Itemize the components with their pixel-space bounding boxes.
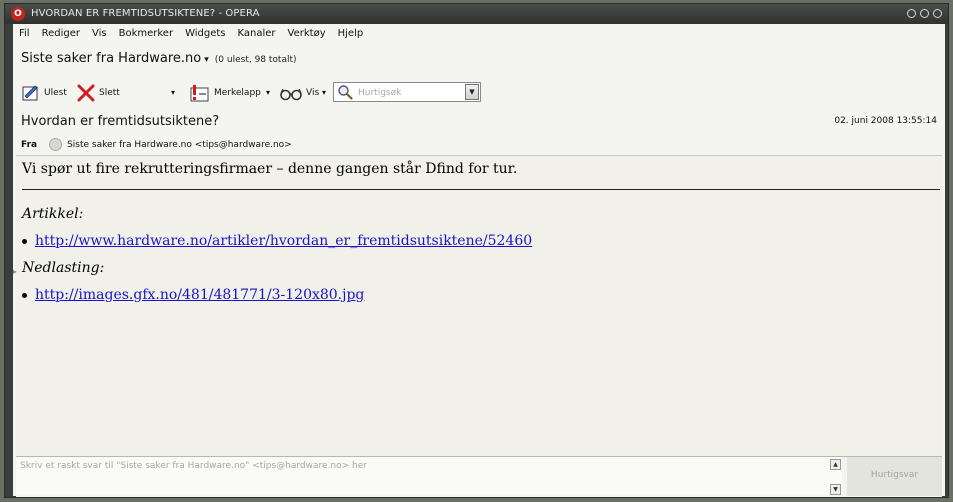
- menu-kanaler[interactable]: Kanaler: [238, 28, 276, 39]
- menu-rediger[interactable]: Rediger: [42, 28, 80, 39]
- delete-dropdown-icon[interactable]: ▾: [171, 88, 175, 97]
- message-header: Hvordan er fremtidsutsiktene? 02. juni 2…: [21, 114, 937, 154]
- maximize-icon[interactable]: [920, 9, 929, 18]
- opera-logo-icon: O: [11, 7, 25, 21]
- close-icon[interactable]: [933, 9, 942, 18]
- view-dropdown-icon[interactable]: ▾: [322, 88, 326, 97]
- minimize-icon[interactable]: [907, 9, 916, 18]
- title-bar: O HVORDAN ER FREMTIDSUTSIKTENE? - OPERA: [5, 4, 948, 24]
- contact-avatar-icon[interactable]: [49, 138, 63, 151]
- search-icon: [338, 85, 353, 100]
- menu-bar: Fil Rediger Vis Bokmerker Widgets Kanaler Verk…: [13, 24, 945, 44]
- article-link[interactable]: http://www.hardware.no/artikler/hvordan_…: [35, 233, 532, 249]
- quick-search-placeholder: Hurtigsøk: [358, 88, 402, 98]
- mark-unread-icon: [22, 85, 38, 101]
- window-controls: [907, 9, 942, 18]
- from-label: Fra: [21, 139, 38, 150]
- panel-toggle-icon[interactable]: ▸: [13, 267, 17, 276]
- menu-verktoy[interactable]: Verktøy: [288, 28, 326, 39]
- from-value[interactable]: Siste saker fra Hardware.no <tips@hardwa…: [67, 140, 292, 150]
- message-from: Fra Siste saker fra Hardware.no <tips@ha…: [21, 138, 292, 151]
- section-article: Artikkel:: [22, 206, 84, 222]
- message-body: Vi spør ut fire rekrutteringsfirmaer – d…: [16, 155, 942, 456]
- bullet: [22, 292, 27, 298]
- view-label: Vis: [306, 88, 320, 98]
- glasses-icon: [280, 88, 302, 101]
- opera-window: O HVORDAN ER FREMTIDSUTSIKTENE? - OPERA …: [4, 3, 949, 498]
- label-button[interactable]: Merkelapp: [189, 82, 261, 104]
- download-link[interactable]: http://images.gfx.no/481/481771/3-120x80…: [35, 287, 364, 303]
- message-subject: Hvordan er fremtidsutsiktene?: [21, 114, 220, 129]
- chevron-down-icon[interactable]: ▾: [204, 55, 209, 65]
- menu-vis[interactable]: Vis: [92, 28, 107, 39]
- delete-label: Slett: [99, 88, 120, 98]
- view-button[interactable]: Vis: [279, 82, 319, 104]
- quick-search-field[interactable]: Hurtigsøk ▼: [333, 82, 481, 102]
- folder-selector[interactable]: Siste saker fra Hardware.no ▾ (0 ulest, 98…: [21, 51, 297, 71]
- body-divider: [22, 189, 940, 190]
- menu-hjelp[interactable]: Hjelp: [338, 28, 364, 39]
- window-title: HVORDAN ER FREMTIDSUTSIKTENE? - OPERA: [31, 8, 260, 19]
- client-area: Fil Rediger Vis Bokmerker Widgets Kanaler Verk…: [13, 24, 945, 497]
- toolbar: Ulest Slett ▾ Merkelapp ▾ Vis ▾ Hurtigsø…: [21, 79, 945, 105]
- reply-scrollbar[interactable]: ▲ ▼: [830, 459, 841, 495]
- scroll-down-icon[interactable]: ▼: [830, 484, 841, 495]
- unread-label: Ulest: [44, 88, 67, 98]
- label-dropdown-icon[interactable]: ▾: [266, 88, 270, 97]
- quick-reply-input[interactable]: Skriv et raskt svar til "Siste saker fra…: [16, 457, 842, 495]
- list-item: http://www.hardware.no/artikler/hvordan_…: [22, 233, 532, 249]
- scroll-up-icon[interactable]: ▲: [830, 459, 841, 470]
- folder-name: Siste saker fra Hardware.no: [21, 51, 202, 66]
- message-lead: Vi spør ut fire rekrutteringsfirmaer – d…: [22, 161, 518, 177]
- quick-reply-area: Skriv et raskt svar til "Siste saker fra…: [16, 456, 942, 497]
- section-download: Nedlasting:: [22, 260, 105, 276]
- menu-widgets[interactable]: Widgets: [185, 28, 225, 39]
- menu-fil[interactable]: Fil: [19, 28, 30, 39]
- label-label: Merkelapp: [214, 88, 261, 98]
- bullet: [22, 238, 27, 244]
- label-icon: [190, 85, 209, 102]
- menu-bokmerker[interactable]: Bokmerker: [119, 28, 173, 39]
- search-dropdown-icon[interactable]: ▼: [465, 84, 479, 100]
- quick-reply-button[interactable]: Hurtigsvar: [847, 457, 942, 496]
- list-item: http://images.gfx.no/481/481771/3-120x80…: [22, 287, 364, 303]
- delete-button[interactable]: Slett: [76, 82, 120, 104]
- delete-x-icon: [77, 84, 95, 102]
- unread-button[interactable]: Ulest: [21, 82, 67, 104]
- folder-counts: (0 ulest, 98 totalt): [214, 55, 297, 65]
- message-date: 02. juni 2008 13:55:14: [834, 116, 937, 126]
